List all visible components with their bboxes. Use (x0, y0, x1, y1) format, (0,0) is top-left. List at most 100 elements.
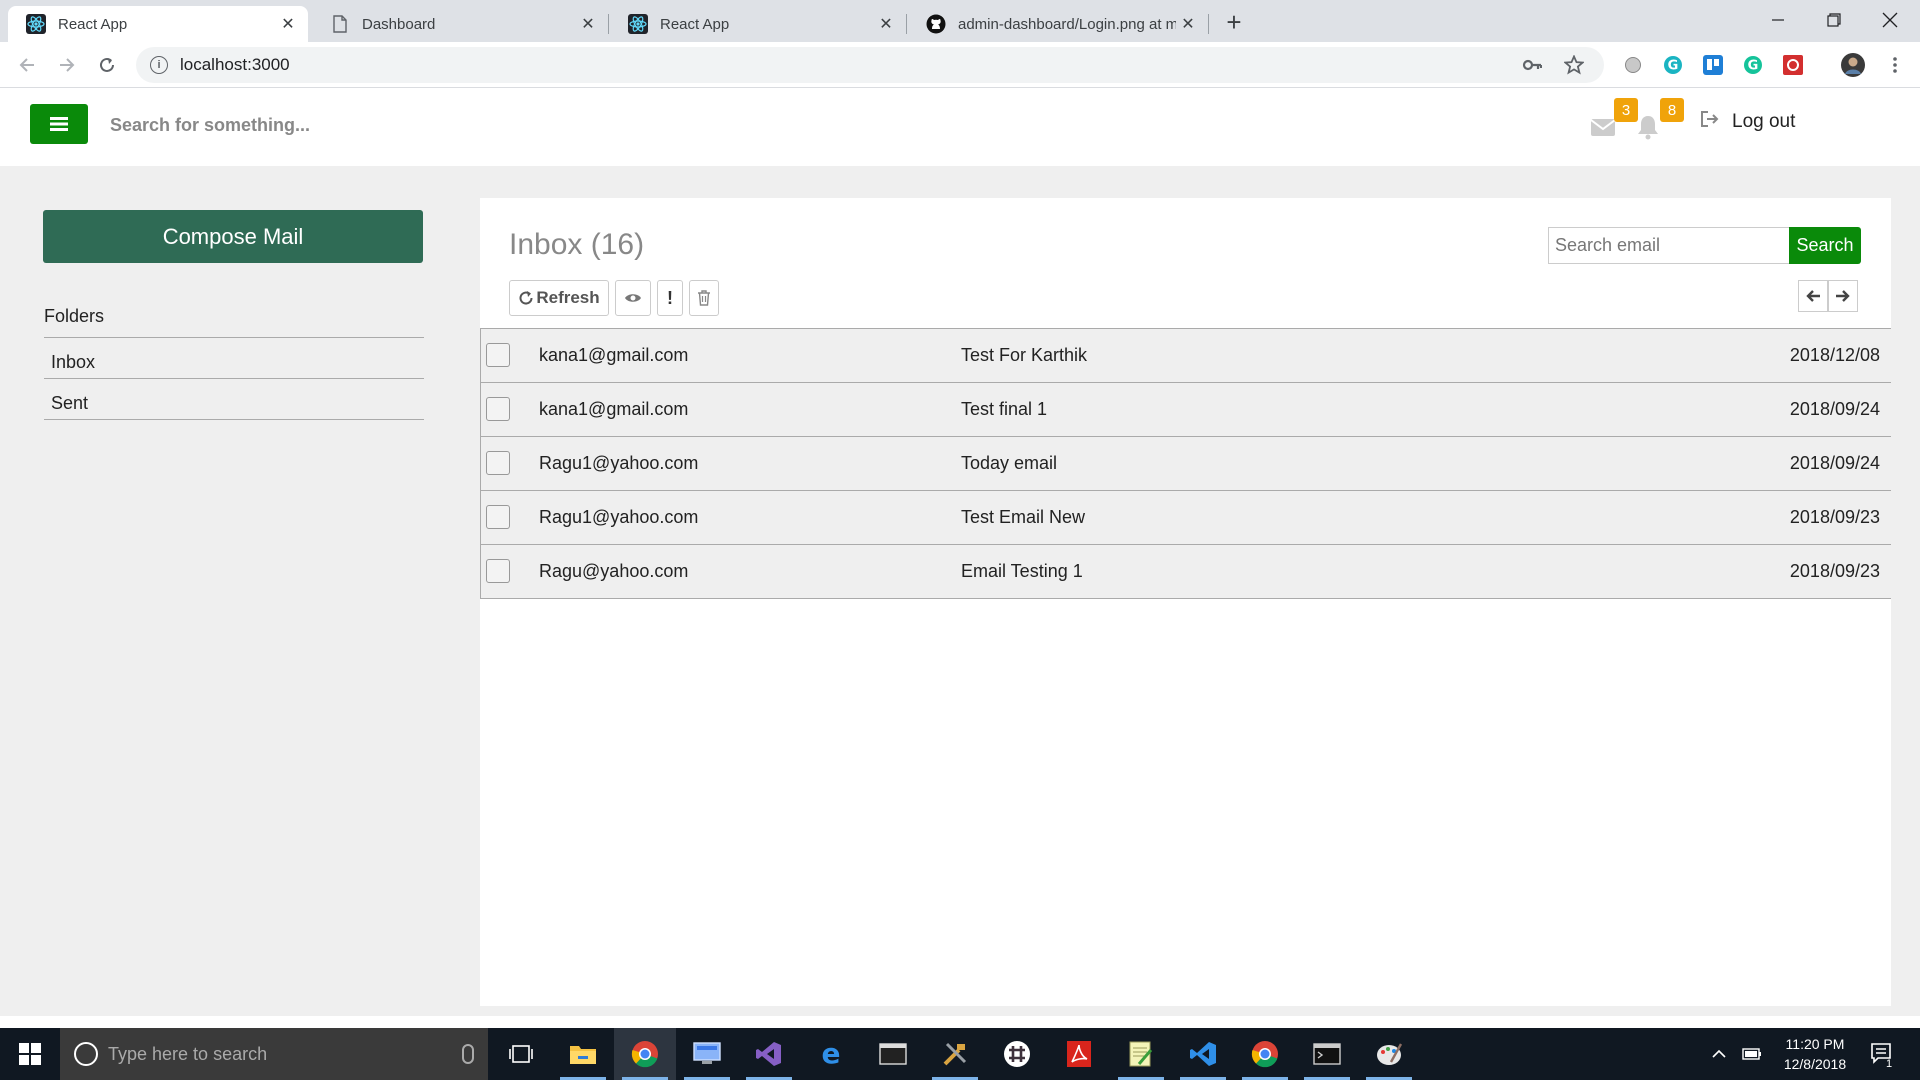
email-row[interactable]: Ragu1@yahoo.com Today email 2018/09/24 (480, 437, 1891, 491)
taskbar-search-box[interactable]: Type here to search (60, 1028, 488, 1080)
slack-app[interactable] (986, 1028, 1048, 1080)
chrome-app-2[interactable] (1234, 1028, 1296, 1080)
email-checkbox[interactable] (486, 451, 510, 475)
tab-dashboard[interactable]: Dashboard ✕ (312, 6, 608, 42)
mail-button[interactable]: 3 (1590, 98, 1638, 142)
start-button[interactable] (0, 1028, 60, 1080)
extension-circle-icon[interactable] (1622, 54, 1644, 76)
arrow-left-icon (1806, 290, 1820, 302)
close-icon (1882, 12, 1898, 28)
email-row[interactable]: kana1@gmail.com Test final 1 2018/09/24 (480, 383, 1891, 437)
remote-desktop-app[interactable] (676, 1028, 738, 1080)
visual-studio-app[interactable] (738, 1028, 800, 1080)
close-window-button[interactable] (1860, 0, 1920, 40)
eye-icon (625, 294, 641, 302)
menu-toggle-button[interactable] (30, 104, 88, 144)
tab-github[interactable]: admin-dashboard/Login.png at m ✕ (908, 6, 1208, 42)
info-icon[interactable]: i (150, 56, 168, 74)
edge-app[interactable]: e (800, 1028, 862, 1080)
clock-date: 12/8/2018 (1783, 1056, 1847, 1072)
email-date: 2018/12/08 (1789, 345, 1880, 365)
key-icon[interactable] (1522, 56, 1543, 79)
profile-avatar-icon[interactable] (1840, 52, 1866, 78)
maximize-button[interactable] (1804, 0, 1864, 40)
email-search-button[interactable]: Search (1789, 227, 1861, 264)
react-icon (628, 14, 648, 34)
command-prompt-app[interactable] (1296, 1028, 1358, 1080)
close-icon[interactable]: ✕ (576, 12, 600, 36)
close-icon[interactable]: ✕ (874, 12, 898, 36)
action-center-button[interactable]: 1 (1870, 1028, 1896, 1080)
mark-read-button[interactable] (615, 280, 651, 316)
refresh-button[interactable]: Refresh (509, 280, 609, 316)
email-sender: kana1@gmail.com (539, 399, 689, 419)
notifications-button[interactable]: 8 (1636, 98, 1684, 142)
monitor-icon (693, 1042, 721, 1064)
email-search-input[interactable] (1548, 227, 1789, 264)
email-subject: Today email (961, 453, 1058, 473)
extension-red-icon[interactable] (1782, 54, 1804, 76)
taskbar-search-placeholder: Type here to search (108, 1043, 268, 1064)
email-row[interactable]: Ragu1@yahoo.com Test Email New 2018/09/2… (480, 491, 1891, 545)
vscode-app[interactable] (1172, 1028, 1234, 1080)
next-page-button[interactable] (1828, 280, 1858, 312)
back-button[interactable] (12, 50, 42, 80)
terminal-app[interactable] (862, 1028, 924, 1080)
bookmark-star-icon[interactable] (1563, 54, 1585, 80)
logout-button[interactable]: Log out (1700, 110, 1795, 134)
delete-button[interactable] (689, 280, 719, 316)
email-row[interactable]: kana1@gmail.com Test For Karthik 2018/12… (480, 329, 1891, 383)
compose-mail-button[interactable]: Compose Mail (43, 210, 423, 263)
email-checkbox[interactable] (486, 559, 510, 583)
content-area: Compose Mail Folders Inbox Sent Inbox (1… (0, 166, 1920, 1016)
grammarly-icon[interactable]: G (1662, 54, 1684, 76)
folder-item-sent[interactable]: Sent (44, 379, 424, 420)
trello-icon[interactable] (1702, 54, 1724, 76)
battery-button[interactable] (1742, 1028, 1762, 1080)
acrobat-app[interactable] (1048, 1028, 1110, 1080)
vscode-icon (1190, 1042, 1216, 1066)
slack-icon (1004, 1041, 1030, 1067)
close-icon[interactable]: ✕ (1176, 12, 1200, 36)
forward-button[interactable] (52, 50, 82, 80)
mark-important-button[interactable]: ! (657, 280, 683, 316)
folder-item-inbox[interactable]: Inbox (44, 338, 424, 379)
minimize-button[interactable] (1748, 0, 1808, 40)
task-view-button[interactable] (490, 1028, 552, 1080)
notification-count: 1 (1886, 1058, 1893, 1070)
more-menu-icon[interactable] (1884, 54, 1906, 76)
email-date: 2018/09/23 (1789, 507, 1880, 527)
chrome-icon (631, 1041, 658, 1068)
email-checkbox[interactable] (486, 343, 510, 367)
email-checkbox[interactable] (486, 397, 510, 421)
address-bar[interactable]: i localhost:3000 (136, 47, 1604, 83)
email-row[interactable]: Ragu@yahoo.com Email Testing 1 2018/09/2… (480, 545, 1891, 599)
close-icon[interactable]: ✕ (276, 12, 300, 36)
previous-page-button[interactable] (1798, 280, 1828, 312)
file-explorer-app[interactable] (552, 1028, 614, 1080)
edge-icon: e (822, 1040, 841, 1068)
reload-button[interactable] (92, 50, 122, 80)
tab-react-app[interactable]: React App ✕ (610, 6, 906, 42)
notepad-app[interactable] (1110, 1028, 1172, 1080)
new-tab-button[interactable]: + (1220, 7, 1248, 37)
page-icon (330, 14, 350, 34)
browser-toolbar: i localhost:3000 G G (0, 42, 1920, 88)
taskbar-clock[interactable]: 11:20 PM 12/8/2018 (1770, 1034, 1860, 1074)
global-search-input[interactable] (110, 110, 610, 140)
email-checkbox[interactable] (486, 505, 510, 529)
mail-badge: 3 (1614, 98, 1638, 122)
tab-title: React App (660, 15, 730, 33)
email-subject: Email Testing 1 (961, 561, 1083, 581)
tools-app[interactable] (924, 1028, 986, 1080)
paint-app[interactable] (1358, 1028, 1420, 1080)
reload-icon (100, 57, 114, 72)
email-date: 2018/09/24 (1789, 453, 1880, 473)
microphone-icon[interactable] (462, 1044, 474, 1064)
chrome-app[interactable] (614, 1028, 676, 1080)
url-text: localhost:3000 (180, 55, 290, 74)
show-hidden-icons-button[interactable] (1712, 1028, 1726, 1080)
grammarly-green-icon[interactable]: G (1742, 54, 1764, 76)
tab-react-app-active[interactable]: React App ✕ (8, 6, 308, 42)
terminal-icon (1313, 1043, 1341, 1065)
